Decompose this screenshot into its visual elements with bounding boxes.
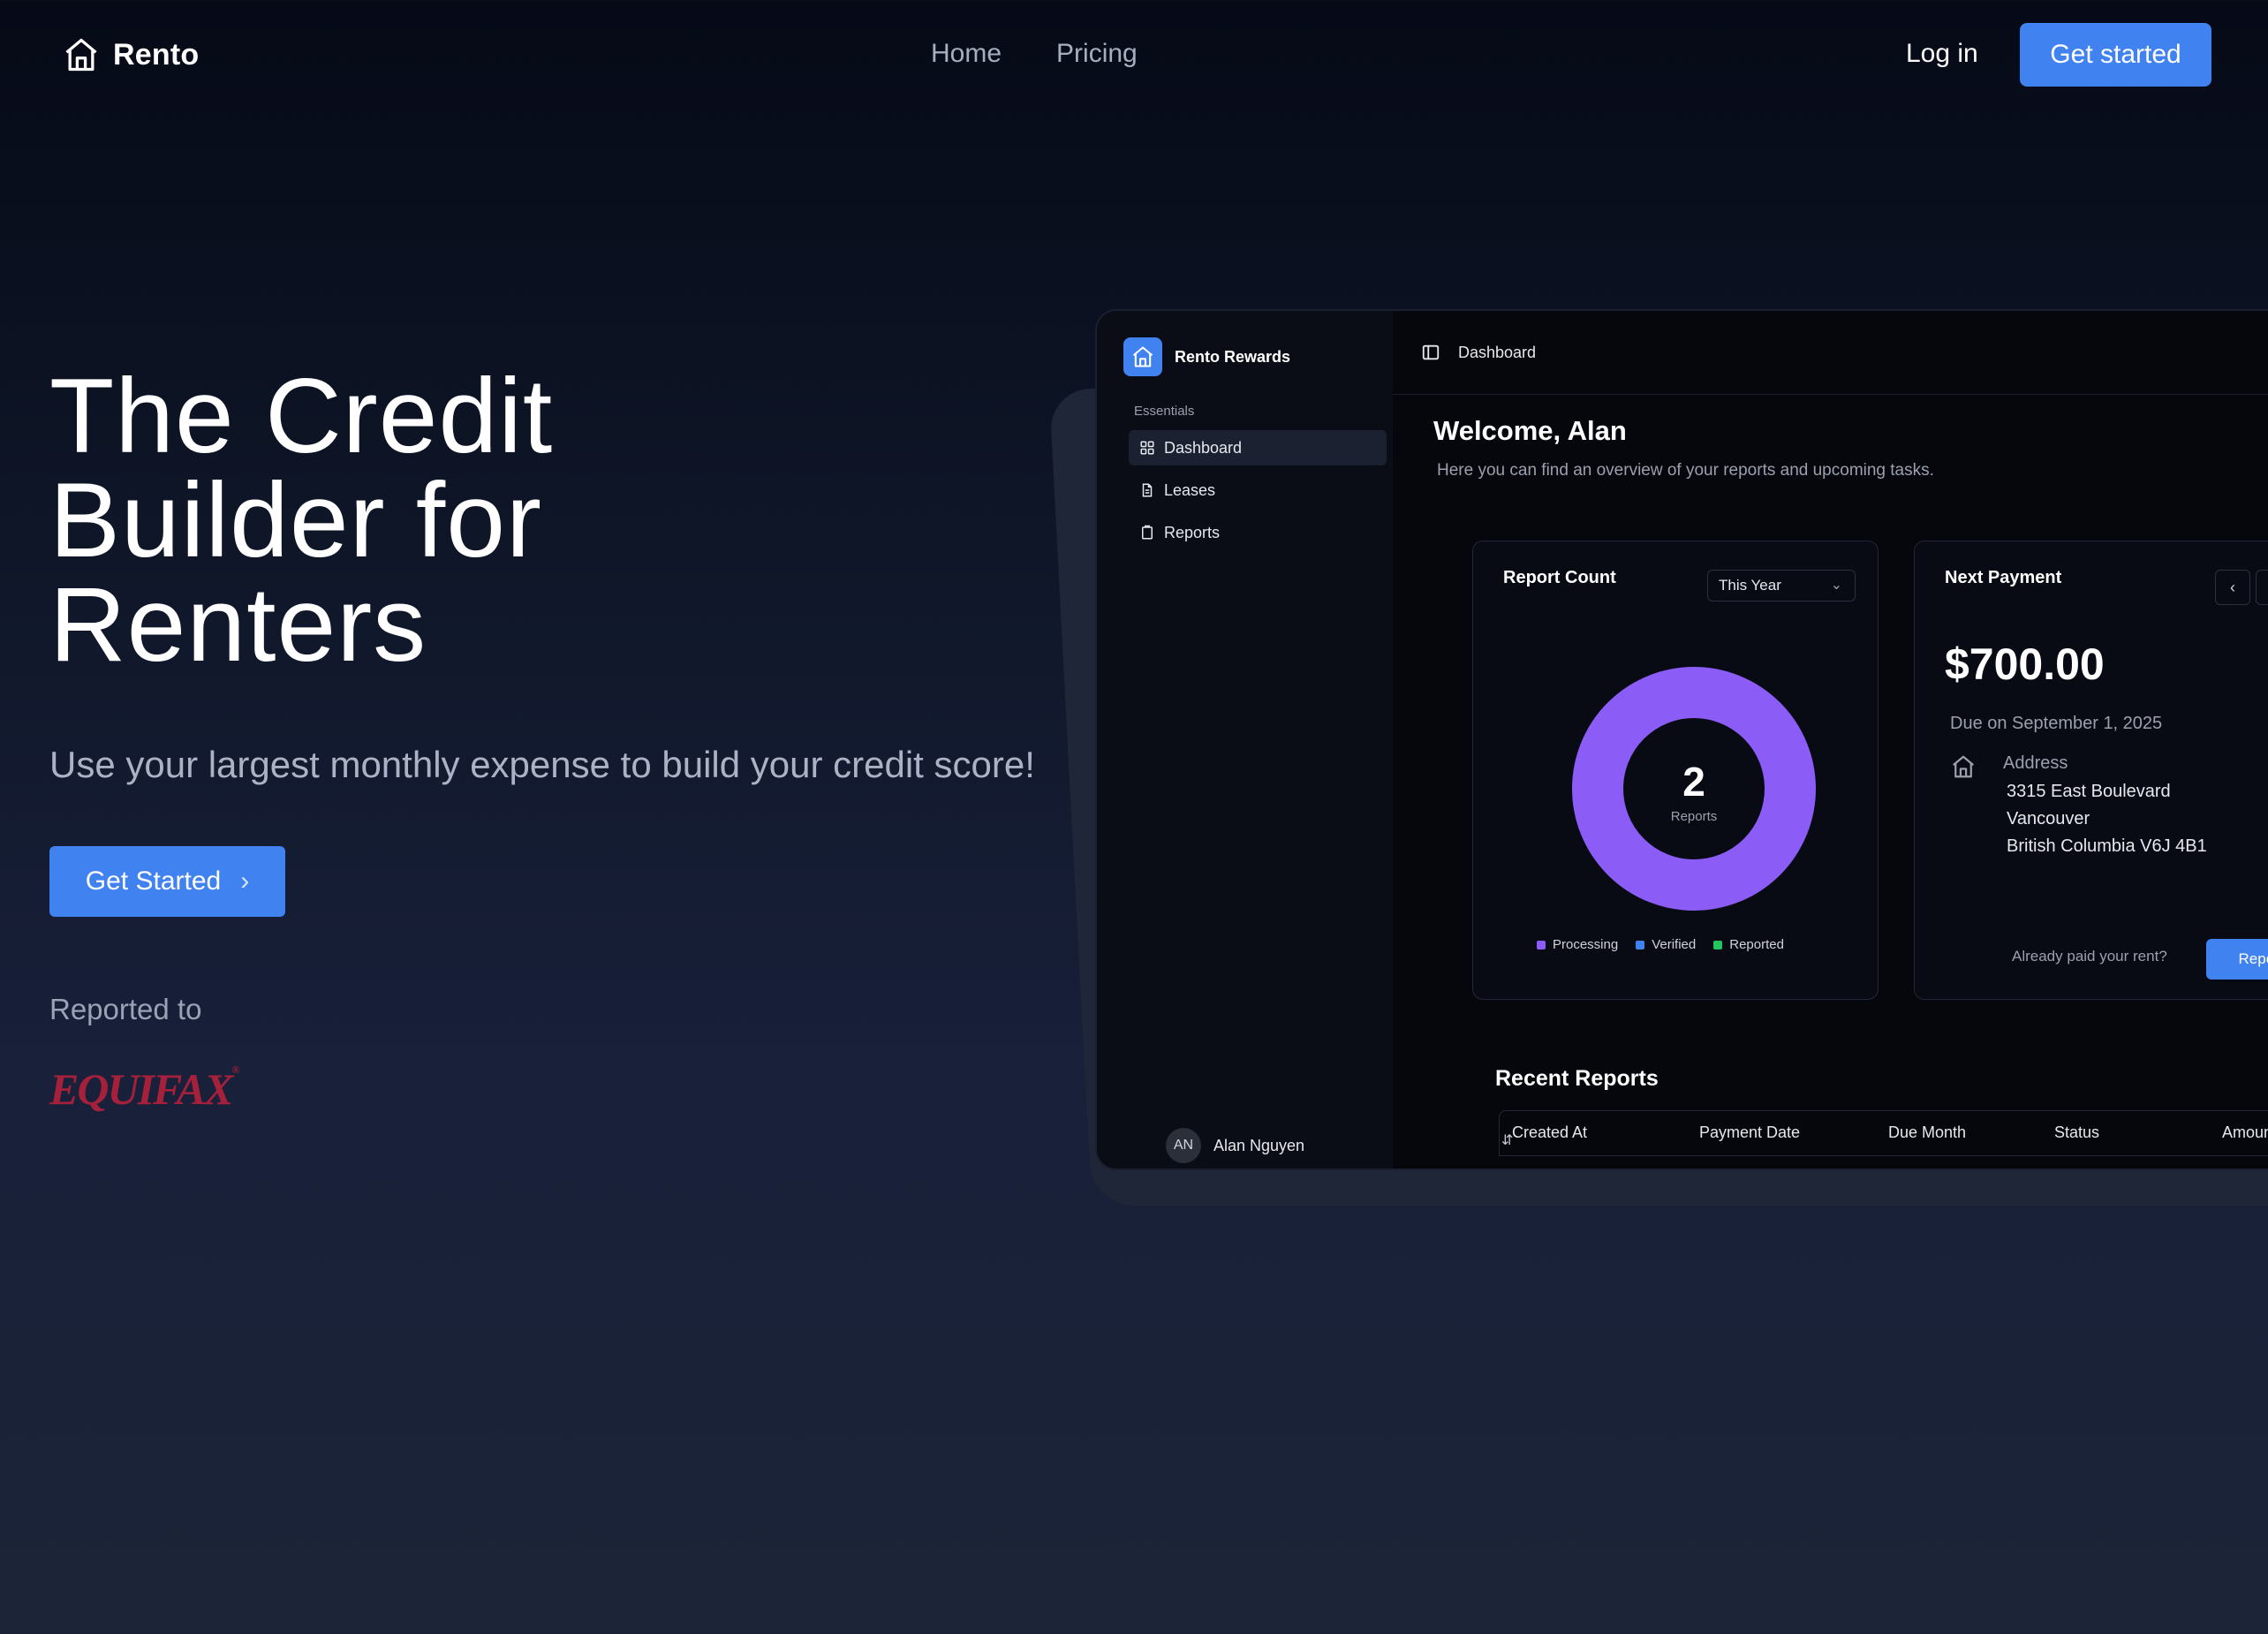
sidebar-section-label: Essentials	[1134, 404, 1195, 419]
brand-name: Rento	[113, 37, 200, 72]
avatar: AN	[1166, 1128, 1201, 1163]
hero-title: The Credit Builder for Renters	[49, 357, 933, 684]
chevron-right-icon: ›	[240, 866, 250, 896]
sidebar-item-leases[interactable]: Leases	[1129, 473, 1387, 508]
hero-title-line: Builder for	[49, 461, 542, 579]
equifax-logo-text: EQUIFAX	[49, 1064, 233, 1114]
grid-icon	[1140, 441, 1154, 455]
nav-link-pricing[interactable]: Pricing	[1056, 39, 1138, 69]
period-select-value: This Year	[1719, 577, 1781, 594]
equifax-logo: EQUIFAX®	[49, 1063, 239, 1114]
recent-reports-table-header: Created At Payment Date Due Month Status…	[1499, 1110, 2268, 1156]
nav-link-home[interactable]: Home	[931, 39, 1002, 69]
house-icon	[65, 38, 97, 72]
welcome-subtitle: Here you can find an overview of your re…	[1437, 461, 1934, 480]
breadcrumb: Dashboard	[1458, 343, 1537, 361]
legend-item-verified: Verified	[1636, 937, 1696, 952]
sidebar-toggle-icon[interactable]	[1421, 343, 1440, 362]
hero-button-label: Get Started	[85, 866, 222, 896]
dashboard-main: Dashboard Welcome, Alan Here you can fin…	[1393, 311, 2268, 1169]
payment-due-date: Due on September 1, 2025	[1950, 714, 2163, 733]
legend-swatch	[1636, 940, 1645, 949]
donut-legend: Processing Verified Reported	[1537, 937, 1784, 952]
donut-count-label: Reports	[1671, 809, 1718, 824]
chevron-down-icon: ⌄	[1830, 578, 1842, 593]
next-payment-card: Next Payment ‹ › $700.00 Due on Septembe…	[1914, 541, 2268, 1000]
sidebar-item-reports[interactable]: Reports	[1129, 515, 1387, 550]
house-icon	[1123, 337, 1162, 376]
clipboard-icon	[1142, 525, 1153, 540]
legend-label: Verified	[1652, 937, 1697, 952]
top-nav: Rento Home Pricing Log in Get started	[0, 0, 2268, 115]
address-line: Vancouver	[2007, 809, 2090, 828]
hero-subtitle: Use your largest monthly expense to buil…	[49, 744, 1035, 785]
dashboard-sidebar: Rento Rewards Essentials Dashboard Lease…	[1097, 311, 1513, 1169]
sidebar-item-label: Dashboard	[1164, 438, 1243, 457]
nav-links: Home Pricing	[931, 39, 1138, 69]
payment-pager: ‹ ›	[2215, 570, 2268, 605]
user-menu[interactable]: AN Alan Nguyen ⇵	[1166, 1128, 1513, 1163]
donut-count: 2	[1682, 759, 1705, 805]
card-title: Next Payment	[1945, 568, 2062, 587]
period-select[interactable]: This Year ⌄	[1707, 570, 1856, 601]
address-line: British Columbia V6J 4B1	[2007, 836, 2207, 856]
legend-label: Processing	[1553, 937, 1619, 952]
column-header[interactable]: Created At	[1512, 1123, 1587, 1142]
chevron-left-icon[interactable]: ‹	[2215, 570, 2250, 605]
welcome-heading: Welcome, Alan	[1433, 415, 1627, 446]
address-label: Address	[2003, 753, 2068, 773]
legend-swatch	[1713, 940, 1723, 949]
reported-to-label: Reported to	[49, 993, 202, 1025]
report-now-button[interactable]: Report now	[2206, 939, 2268, 980]
column-header[interactable]: Amount	[2222, 1123, 2268, 1142]
hero-title-line: The Credit	[49, 357, 554, 475]
legend-swatch	[1537, 940, 1546, 949]
dashboard-topbar: Dashboard	[1393, 311, 2268, 395]
hero-get-started-button[interactable]: Get Started ›	[49, 846, 285, 917]
legend-item-processing: Processing	[1537, 937, 1618, 952]
recent-reports-title: Recent Reports	[1495, 1066, 1659, 1091]
column-header[interactable]: Status	[2054, 1123, 2099, 1142]
sidebar-item-label: Reports	[1164, 523, 1221, 541]
payment-amount: $700.00	[1945, 639, 2105, 689]
hero-title-line: Renters	[49, 565, 427, 684]
chevron-right-icon[interactable]: ›	[2256, 570, 2268, 605]
column-header[interactable]: Due Month	[1888, 1123, 1966, 1142]
dashboard-brand[interactable]: Rento Rewards	[1123, 337, 1290, 376]
legend-label: Reported	[1729, 937, 1784, 952]
card-title: Report Count	[1503, 568, 1616, 587]
dashboard-preview: Rento Rewards Essentials Dashboard Lease…	[1095, 309, 2268, 1170]
get-started-button[interactable]: Get started	[2020, 23, 2211, 87]
dashboard-brand-name: Rento Rewards	[1175, 347, 1291, 366]
login-link[interactable]: Log in	[1906, 39, 1978, 69]
report-donut-chart: 2 Reports	[1572, 667, 1816, 911]
user-name: Alan Nguyen	[1213, 1136, 1305, 1154]
address-line: 3315 East Boulevard	[2007, 782, 2171, 801]
document-icon	[1142, 483, 1153, 497]
legend-item-reported: Reported	[1713, 937, 1784, 952]
sidebar-item-dashboard[interactable]: Dashboard	[1129, 430, 1387, 465]
report-count-card: Report Count This Year ⌄ 2 Reports Proce…	[1472, 541, 1879, 1000]
sidebar-item-label: Leases	[1164, 480, 1216, 499]
brand[interactable]: Rento	[62, 35, 199, 74]
home-icon	[1953, 755, 1974, 778]
column-header[interactable]: Payment Date	[1699, 1123, 1800, 1142]
paid-question: Already paid your rent?	[2012, 948, 2167, 965]
